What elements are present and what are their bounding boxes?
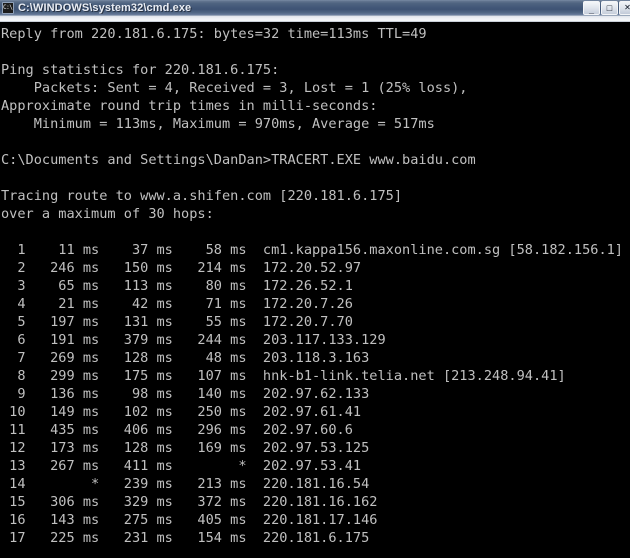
window-title: C:\WINDOWS\system32\cmd.exe — [18, 1, 192, 14]
minimize-icon: _ — [588, 4, 594, 15]
minimize-button[interactable]: _ — [583, 0, 600, 15]
close-icon: ✕ — [624, 2, 630, 12]
title-bar[interactable]: C:\WINDOWS\system32\cmd.exe _ □ ✕ — [0, 0, 630, 16]
maximize-button[interactable]: □ — [601, 0, 618, 15]
cmd-console-icon — [2, 1, 14, 14]
maximize-icon: □ — [606, 2, 613, 13]
console-output-area[interactable]: Reply from 220.181.6.175: bytes=32 time=… — [0, 22, 630, 557]
console-rendered-text: Reply from 220.181.6.175: bytes=32 time=… — [1, 26, 623, 546]
close-button[interactable]: ✕ — [619, 0, 630, 15]
title-bar-left: C:\WINDOWS\system32\cmd.exe — [2, 1, 582, 14]
window-controls: _ □ ✕ — [582, 0, 630, 15]
console-text: Reply from 220.181.6.175: bytes=32 time=… — [0, 25, 630, 557]
cmd-window: C:\WINDOWS\system32\cmd.exe _ □ ✕ Reply … — [0, 0, 630, 558]
